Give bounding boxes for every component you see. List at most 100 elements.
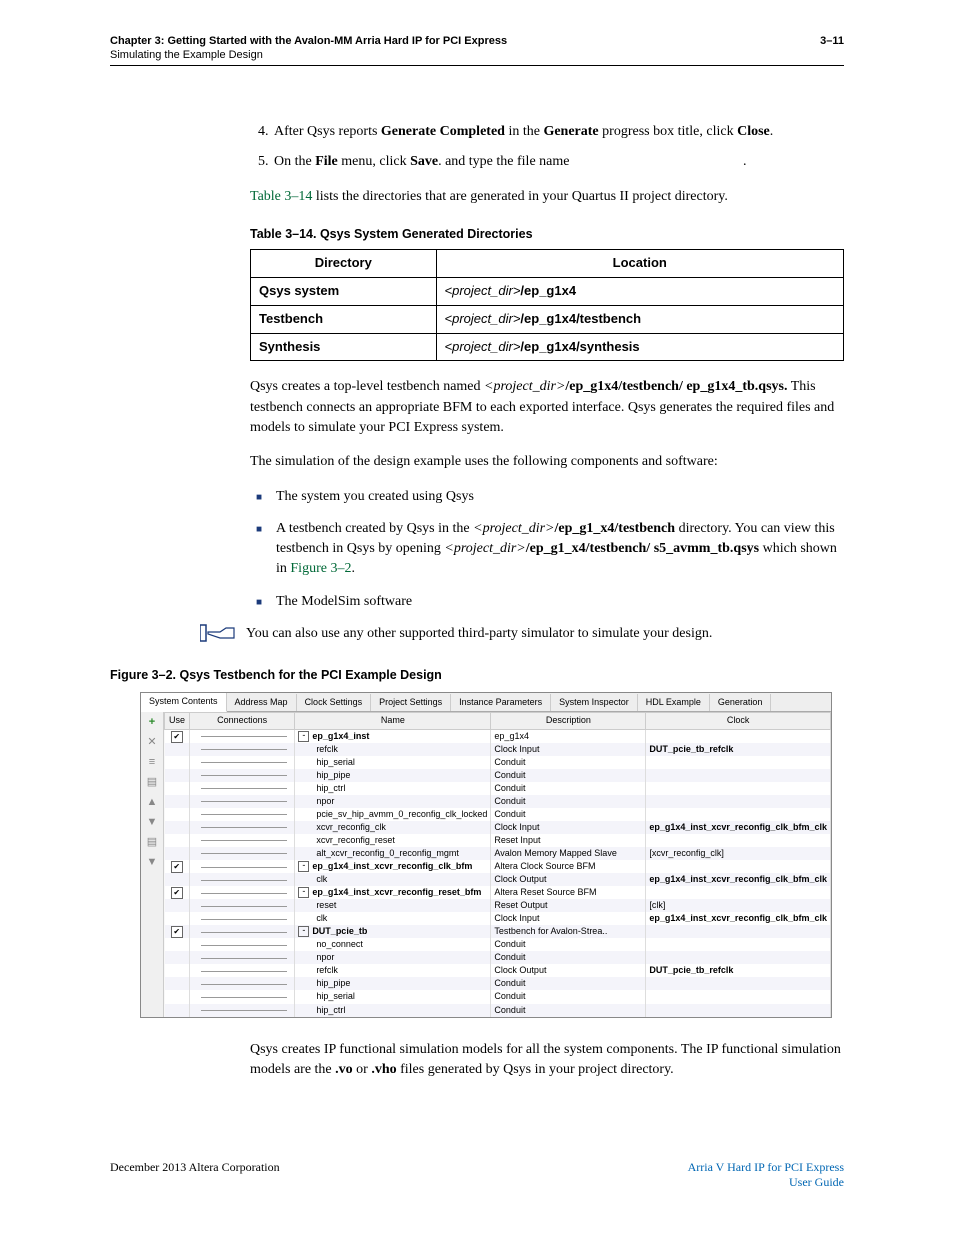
desc-cell: Clock Input [491,912,646,925]
table-row: Testbench <project_dir>/ep_g1x4/testbenc… [251,305,844,333]
tab-clock-settings[interactable]: Clock Settings [297,694,372,711]
desc-cell: Conduit [491,977,646,990]
clock-cell [646,782,831,795]
chapter-title: Chapter 3: Getting Started with the Aval… [110,35,507,47]
connection-cell[interactable] [190,821,295,834]
toolbar-button-7[interactable]: ▼ [144,854,160,870]
tab-system-contents[interactable]: System Contents [141,693,227,711]
connection-cell[interactable] [190,886,295,899]
footer-doc-sub[interactable]: User Guide [688,1175,844,1190]
table-row[interactable]: nporConduit [165,951,831,964]
connection-cell[interactable] [190,925,295,938]
clock-cell [646,938,831,951]
table-row[interactable]: hip_pipeConduit [165,769,831,782]
paragraph-simulation-models: Qsys creates IP functional simulation mo… [250,1040,844,1081]
connection-cell[interactable] [190,977,295,990]
tab-project-settings[interactable]: Project Settings [371,694,451,711]
table-row[interactable]: clkClock Outputep_g1x4_inst_xcvr_reconfi… [165,873,831,886]
table-ref-link[interactable]: Table 3–14 [250,189,312,204]
toolbar-button-2[interactable]: ≡ [144,754,160,770]
table-row: Qsys system <project_dir>/ep_g1x4 [251,277,844,305]
desc-cell: Conduit [491,1004,646,1017]
clock-cell: [xcvr_reconfig_clk] [646,847,831,860]
table-row[interactable]: xcvr_reconfig_clkClock Inputep_g1x4_inst… [165,821,831,834]
table-row[interactable]: hip_serialConduit [165,756,831,769]
figure-ref-link[interactable]: Figure 3–2 [290,561,351,576]
expand-icon[interactable]: - [298,887,309,898]
clock-cell [646,808,831,821]
table-row[interactable]: pcie_sv_hip_avmm_0_reconfig_clk_lockedCo… [165,808,831,821]
expand-icon[interactable]: - [298,861,309,872]
connection-cell[interactable] [190,743,295,756]
toolbar-button-3[interactable]: ▤ [144,774,160,790]
connection-cell[interactable] [190,964,295,977]
table-row[interactable]: hip_pipeConduit [165,977,831,990]
desc-cell: Avalon Memory Mapped Slave [491,847,646,860]
table-row[interactable]: refclkClock InputDUT_pcie_tb_refclk [165,743,831,756]
desc-cell: Testbench for Avalon-Strea.. [491,925,646,938]
table-row[interactable]: resetReset Output[clk] [165,899,831,912]
table-row[interactable]: refclkClock OutputDUT_pcie_tb_refclk [165,964,831,977]
name-cell: npor [295,795,491,808]
connection-cell[interactable] [190,769,295,782]
table-row[interactable]: xcvr_reconfig_resetReset Input [165,834,831,847]
tab-address-map[interactable]: Address Map [227,694,297,711]
checkbox-icon[interactable]: ✔ [171,887,183,899]
table-row[interactable]: ✔-ep_g1x4_inst_xcvr_reconfig_clk_bfmAlte… [165,860,831,873]
toolbar-button-4[interactable]: ▲ [144,794,160,810]
tab-generation[interactable]: Generation [710,694,772,711]
expand-icon[interactable]: - [298,926,309,937]
table-row[interactable]: hip_ctrlConduit [165,782,831,795]
toolbar-button-5[interactable]: ▼ [144,814,160,830]
tab-hdl-example[interactable]: HDL Example [638,694,710,711]
connection-cell[interactable] [190,912,295,925]
connection-cell[interactable] [190,860,295,873]
connection-cell[interactable] [190,782,295,795]
connection-cell[interactable] [190,938,295,951]
connection-cell[interactable] [190,756,295,769]
connection-cell[interactable] [190,873,295,886]
connection-cell[interactable] [190,951,295,964]
desc-cell: Conduit [491,756,646,769]
table-row[interactable]: ✔-ep_g1x4_inst_xcvr_reconfig_reset_bfmAl… [165,886,831,899]
footer-left: December 2013 Altera Corporation [110,1160,280,1190]
tab-instance-parameters[interactable]: Instance Parameters [451,694,551,711]
connection-cell[interactable] [190,834,295,847]
expand-icon[interactable]: - [298,731,309,742]
table-row[interactable]: alt_xcvr_reconfig_0_reconfig_mgmtAvalon … [165,847,831,860]
name-cell: no_connect [295,938,491,951]
table-row[interactable]: ✔-ep_g1x4_instep_g1x4 [165,729,831,743]
connection-cell[interactable] [190,1004,295,1017]
tab-system-inspector[interactable]: System Inspector [551,694,638,711]
table-row[interactable]: no_connectConduit [165,938,831,951]
checkbox-icon[interactable]: ✔ [171,926,183,938]
checkbox-icon[interactable]: ✔ [171,861,183,873]
connection-cell[interactable] [190,899,295,912]
table-row[interactable]: hip_ctrlConduit [165,1004,831,1017]
step-4: After Qsys reports Generate Completed in… [272,122,844,142]
connection-cell[interactable] [190,729,295,743]
table-row: Synthesis <project_dir>/ep_g1x4/synthesi… [251,333,844,361]
connection-cell[interactable] [190,847,295,860]
toolbar-button-6[interactable]: ▤ [144,834,160,850]
desc-cell: Conduit [491,951,646,964]
checkbox-icon[interactable]: ✔ [171,731,183,743]
note-callout: You can also use any other supported thi… [200,624,844,644]
toolbar-button-0[interactable]: + [144,714,160,730]
toolbar-button-1[interactable]: ✕ [144,734,160,750]
connection-cell[interactable] [190,990,295,1003]
name-cell: hip_pipe [295,977,491,990]
col-connections: Connections [190,713,295,729]
table-row[interactable]: ✔-DUT_pcie_tbTestbench for Avalon-Strea.… [165,925,831,938]
name-cell: hip_pipe [295,769,491,782]
connection-cell[interactable] [190,808,295,821]
footer-doc-title[interactable]: Arria V Hard IP for PCI Express [688,1160,844,1174]
step-list: After Qsys reports Generate Completed in… [250,122,844,173]
name-cell: npor [295,951,491,964]
note-text: You can also use any other supported thi… [246,624,844,644]
table-row[interactable]: nporConduit [165,795,831,808]
clock-cell: DUT_pcie_tb_refclk [646,964,831,977]
connection-cell[interactable] [190,795,295,808]
table-row[interactable]: clkClock Inputep_g1x4_inst_xcvr_reconfig… [165,912,831,925]
table-row[interactable]: hip_serialConduit [165,990,831,1003]
